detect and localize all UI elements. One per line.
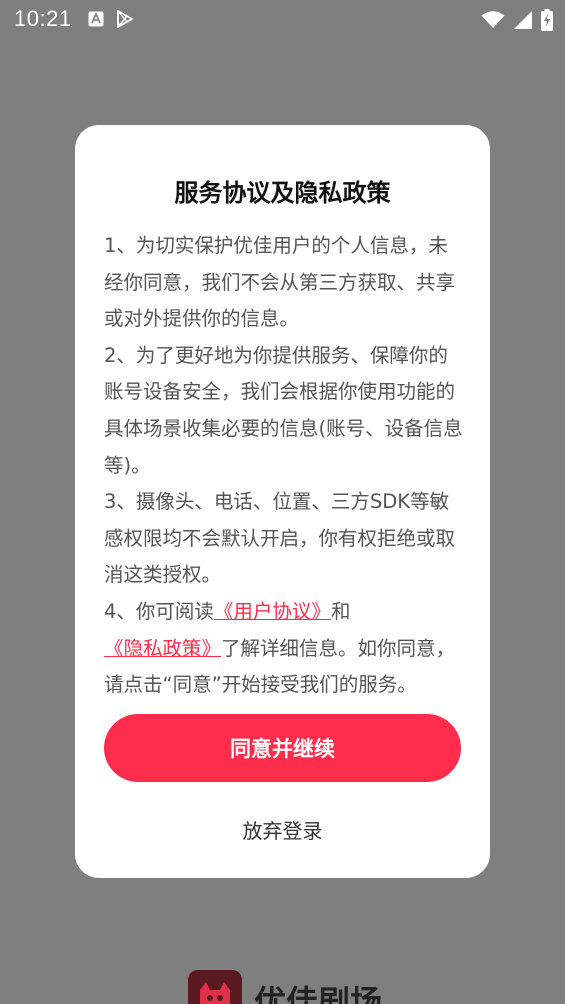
cellular-signal-icon bbox=[513, 10, 533, 34]
app-logo-icon bbox=[188, 970, 242, 1004]
battery-charging-icon bbox=[541, 9, 553, 35]
paragraph-1: 1、为切实保护优佳用户的个人信息，未经你同意，我们不会从第三方获取、共享或对外提… bbox=[104, 234, 456, 331]
paragraph-3: 3、摄像头、电话、位置、三方SDK等敏感权限均不会默认开启，你有权拒绝或取消这类… bbox=[104, 490, 456, 587]
paragraph-4-prefix: 4、你可阅读 bbox=[104, 599, 214, 623]
dialog-body: 1、为切实保护优佳用户的个人信息，未经你同意，我们不会从第三方获取、共享或对外提… bbox=[104, 228, 466, 704]
paragraph-2: 2、为了更好地为你提供服务、保障你的账号设备安全，我们会根据你使用功能的具体场景… bbox=[104, 343, 463, 477]
app-brand: 优佳剧场 bbox=[188, 970, 382, 1004]
decline-login-button[interactable]: 放弃登录 bbox=[75, 815, 490, 844]
paragraph-4-connector: 和 bbox=[330, 599, 351, 623]
privacy-dialog: 服务协议及隐私政策 1、为切实保护优佳用户的个人信息，未经你同意，我们不会从第三… bbox=[75, 125, 490, 878]
agree-continue-button[interactable]: 同意并继续 bbox=[104, 714, 461, 782]
status-right-icons bbox=[481, 9, 553, 35]
privacy-policy-link[interactable]: 《隐私政策》 bbox=[104, 637, 221, 660]
a-icon bbox=[88, 11, 104, 31]
paragraph-4: 4、你可阅读《用户协议》和《隐私政策》了解详细信息。如你同意，请点击“同意”开始… bbox=[104, 594, 466, 704]
status-left-icons bbox=[88, 10, 134, 32]
app-name: 优佳剧场 bbox=[254, 983, 383, 1004]
status-time: 10:21 bbox=[14, 6, 72, 31]
play-store-icon bbox=[116, 10, 134, 32]
dialog-title: 服务协议及隐私政策 bbox=[174, 179, 391, 207]
user-agreement-link[interactable]: 《用户协议》 bbox=[214, 600, 331, 623]
status-bar: 10:21 bbox=[0, 0, 565, 38]
wifi-icon bbox=[481, 11, 505, 33]
